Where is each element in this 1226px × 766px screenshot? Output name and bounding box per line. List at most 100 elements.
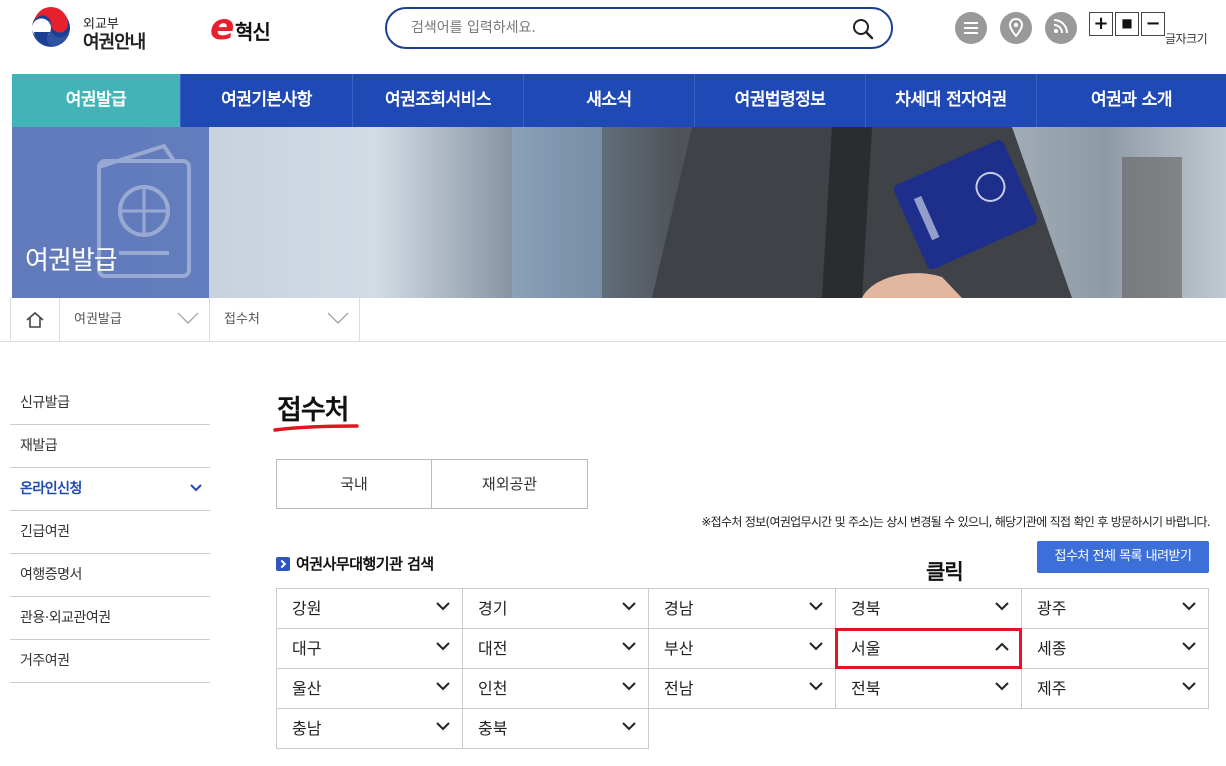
chevron-down-icon (436, 722, 450, 731)
chevron-down-icon (1182, 682, 1196, 691)
search-input[interactable] (411, 17, 831, 39)
site-header: 외교부 여권안내 e 혁신 + ■ − 글자크기 (0, 0, 1226, 74)
region-label: 전남 (664, 679, 694, 698)
chevron-up-icon (995, 642, 1009, 651)
region-label: 전북 (851, 679, 881, 698)
region-dropdown-gangwon[interactable]: 강원 (276, 588, 463, 629)
gnb-item-passport-basics[interactable]: 여권기본사항 (181, 74, 353, 127)
region-dropdown-gyeonggi[interactable]: 경기 (462, 588, 649, 629)
chevron-down-icon (177, 312, 199, 324)
chevron-down-icon (1182, 642, 1196, 651)
region-label: 서울 (851, 639, 881, 658)
chevron-down-icon (809, 642, 823, 651)
region-label: 대전 (478, 639, 508, 658)
chevron-down-icon (190, 484, 202, 492)
region-label: 대구 (292, 639, 322, 658)
main-navigation: 여권발급 여권기본사항 여권조회서비스 새소식 여권법령정보 차세대 전자여권 … (12, 74, 1226, 127)
region-label: 충북 (478, 719, 508, 738)
region-dropdown-chungnam[interactable]: 충남 (276, 708, 463, 749)
gnb-item-next-gen-passport[interactable]: 차세대 전자여권 (866, 74, 1037, 127)
page-visual-banner: 여권발급 (12, 127, 1226, 298)
notice-text: ※접수처 정보(여권업무시간 및 주소)는 상시 변경될 수 있으니, 해당기관… (701, 515, 1210, 529)
region-dropdown-gyeongbuk[interactable]: 경북 (835, 588, 1022, 629)
region-dropdown-incheon[interactable]: 인천 (462, 668, 649, 709)
chevron-down-icon (1182, 602, 1196, 611)
banner-title-panel: 여권발급 (12, 127, 209, 298)
tab-domestic[interactable]: 국내 (276, 459, 432, 509)
search-box (385, 7, 893, 49)
sidebar-item-emergency-passport[interactable]: 긴급여권 (10, 511, 210, 554)
chevron-down-icon (809, 682, 823, 691)
location-tabs: 국내 재외공관 (276, 459, 588, 509)
region-label: 경남 (664, 599, 694, 618)
region-label: 강원 (292, 599, 322, 618)
sidebar-item-label: 온라인신청 (20, 481, 82, 497)
home-icon (26, 311, 44, 328)
region-dropdown-sejong[interactable]: 세종 (1021, 628, 1209, 669)
title-underline-decoration (273, 424, 359, 432)
sidebar-item-residence-passport[interactable]: 거주여권 (10, 640, 210, 683)
sidebar-item-new-issuance[interactable]: 신규발급 (10, 382, 210, 425)
region-label: 경북 (851, 599, 881, 618)
region-label: 충남 (292, 719, 322, 738)
site-logo[interactable]: 외교부 여권안내 (28, 6, 168, 53)
font-increase-button[interactable]: + (1089, 12, 1113, 36)
region-dropdown-jeonnam[interactable]: 전남 (648, 668, 836, 709)
gnb-item-news[interactable]: 새소식 (524, 74, 695, 127)
sidebar-item-official-passport[interactable]: 관용·외교관여권 (10, 597, 210, 640)
region-label: 세종 (1037, 639, 1067, 658)
breadcrumb-level2-label: 접수처 (224, 312, 260, 327)
sidebar-menu: 신규발급 재발급 온라인신청 긴급여권 여행증명서 관용·외교관여권 거주여권 (10, 382, 210, 683)
click-annotation: 클릭 (926, 560, 964, 584)
search-icon[interactable] (851, 17, 875, 41)
sidebar-item-online-application[interactable]: 온라인신청 (10, 468, 210, 511)
chevron-down-icon (327, 312, 349, 324)
home-button[interactable] (10, 298, 60, 342)
chevron-right-icon (276, 557, 290, 571)
logo-title: 여권안내 (83, 32, 146, 53)
rss-icon[interactable] (1045, 12, 1077, 44)
region-dropdown-jeonbuk[interactable]: 전북 (835, 668, 1022, 709)
font-reset-button[interactable]: ■ (1115, 12, 1139, 36)
gnb-item-about[interactable]: 여권과 소개 (1037, 74, 1226, 127)
chevron-down-icon (622, 682, 636, 691)
breadcrumb-level1-dropdown[interactable]: 여권발급 (60, 298, 210, 342)
chevron-down-icon (995, 602, 1009, 611)
tab-overseas-missions[interactable]: 재외공관 (432, 459, 588, 509)
gnb-item-passport-issuance[interactable]: 여권발급 (12, 74, 181, 127)
region-dropdown-daejeon[interactable]: 대전 (462, 628, 649, 669)
chevron-down-icon (622, 602, 636, 611)
breadcrumb-level2-dropdown[interactable]: 접수처 (210, 298, 360, 342)
region-label: 경기 (478, 599, 508, 618)
e-innovation-logo[interactable]: e 혁신 (210, 8, 290, 48)
chevron-down-icon (622, 722, 636, 731)
download-list-button[interactable]: 접수처 전체 목록 내려받기 (1037, 541, 1209, 573)
chevron-down-icon (995, 682, 1009, 691)
region-label: 부산 (664, 639, 694, 658)
region-dropdown-gwangju[interactable]: 광주 (1021, 588, 1209, 629)
sidebar-item-reissuance[interactable]: 재발급 (10, 425, 210, 468)
region-dropdown-busan[interactable]: 부산 (648, 628, 836, 669)
region-dropdown-gyeongnam[interactable]: 경남 (648, 588, 836, 629)
region-label: 울산 (292, 679, 322, 698)
gnb-item-law-info[interactable]: 여권법령정보 (695, 74, 866, 127)
font-size-label: 글자크기 (1165, 32, 1208, 46)
chevron-down-icon (436, 682, 450, 691)
location-pin-icon[interactable] (1000, 12, 1032, 44)
region-dropdown-ulsan[interactable]: 울산 (276, 668, 463, 709)
region-label: 인천 (478, 679, 508, 698)
region-dropdown-daegu[interactable]: 대구 (276, 628, 463, 669)
breadcrumb: 여권발급 접수처 (0, 298, 1226, 342)
e-innovation-e: e (210, 7, 235, 48)
region-dropdown-chungbuk[interactable]: 충북 (462, 708, 649, 749)
section-title-label: 여권사무대행기관 검색 (296, 555, 434, 573)
font-decrease-button[interactable]: − (1141, 12, 1165, 36)
breadcrumb-level1-label: 여권발급 (74, 312, 122, 327)
gnb-item-passport-lookup[interactable]: 여권조회서비스 (353, 74, 524, 127)
banner-title: 여권발급 (25, 246, 118, 276)
menu-icon[interactable] (955, 12, 987, 44)
region-dropdown-seoul[interactable]: 서울 (835, 628, 1022, 669)
region-dropdown-jeju[interactable]: 제주 (1021, 668, 1209, 709)
sidebar-item-travel-certificate[interactable]: 여행증명서 (10, 554, 210, 597)
section-title: 여권사무대행기관 검색 (276, 553, 434, 574)
